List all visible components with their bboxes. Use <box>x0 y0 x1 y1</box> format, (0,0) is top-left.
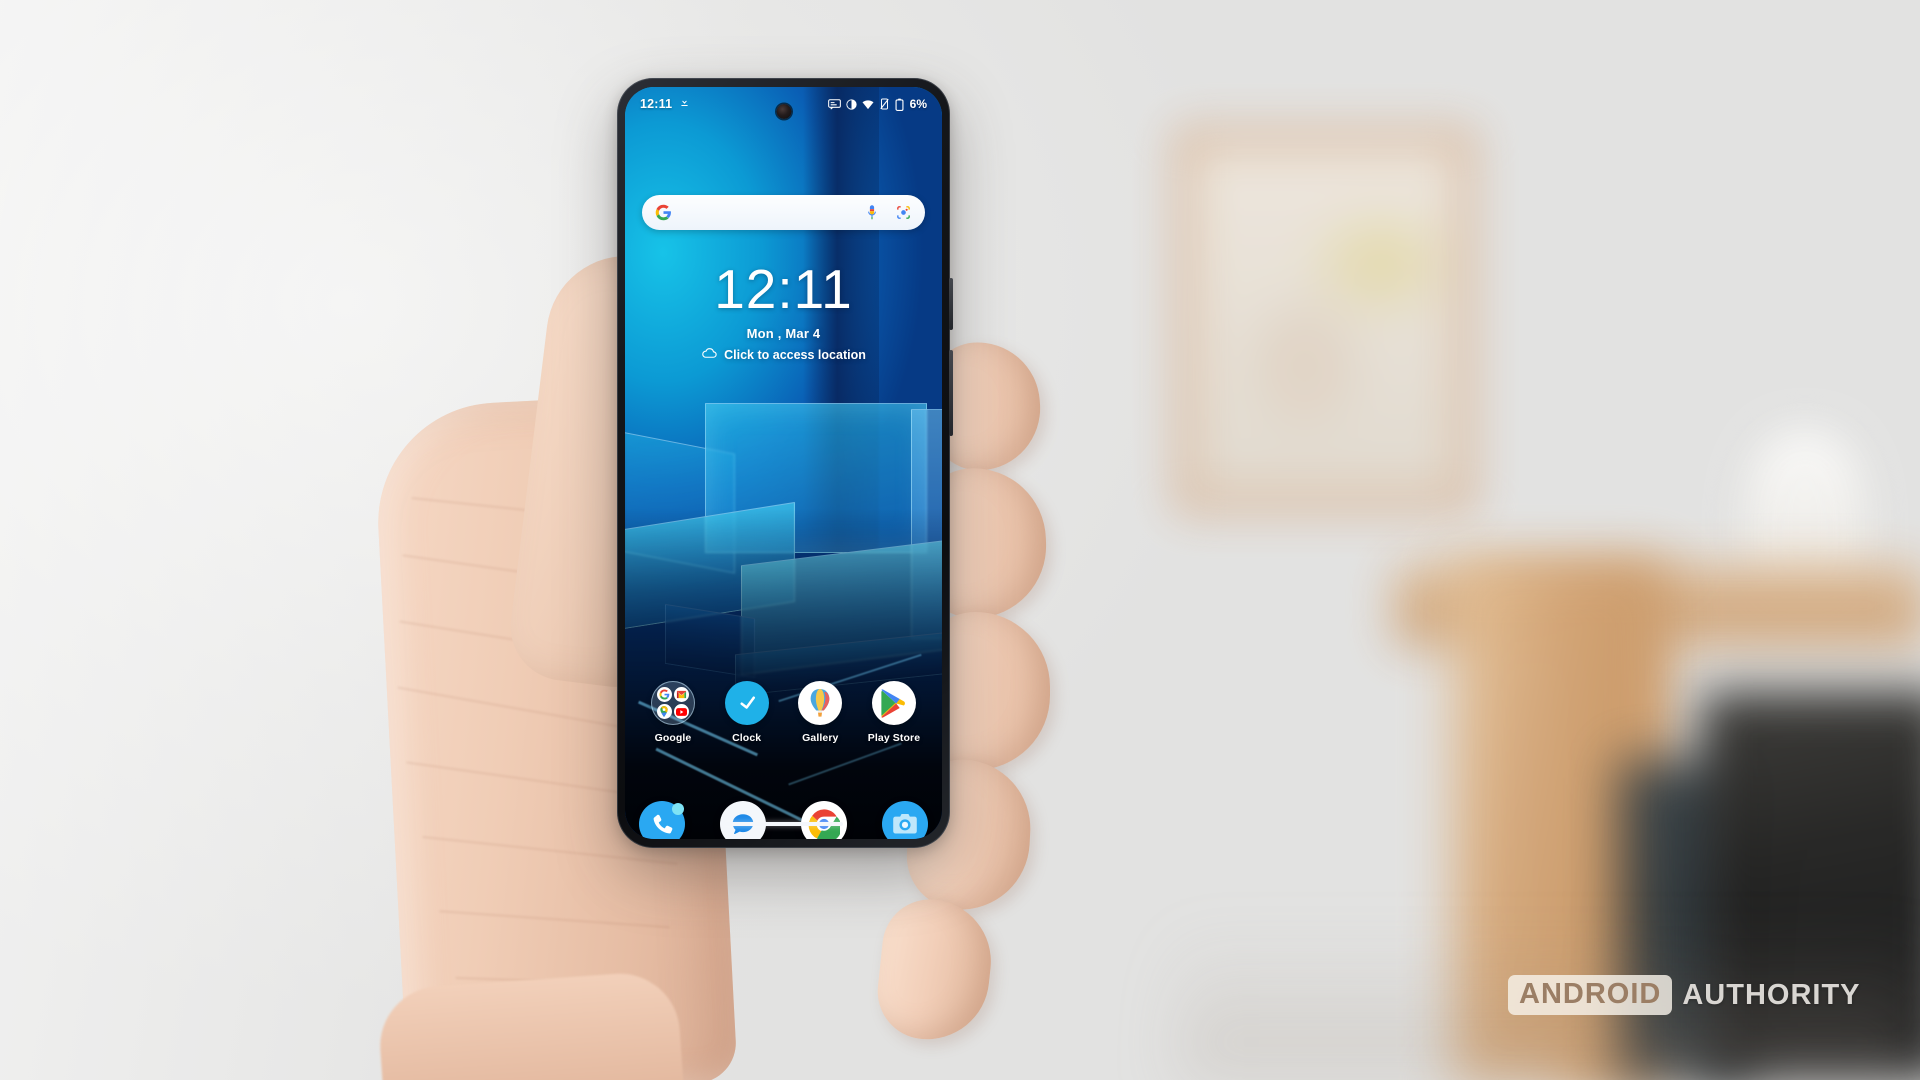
clock-widget-time: 12:11 <box>714 258 853 320</box>
google-folder-icon[interactable] <box>651 681 695 725</box>
camera-icon[interactable] <box>882 801 928 839</box>
watermark-boxed-word: ANDROID <box>1508 975 1673 1015</box>
clock-widget[interactable]: 12:11 Mon , Mar 4 Click to access locati… <box>625 262 942 362</box>
do-not-disturb-icon <box>846 98 857 110</box>
weather-location-label: Click to access location <box>724 347 866 362</box>
wallpaper-dark-fade <box>625 509 942 839</box>
app-clock[interactable]: Clock <box>713 681 781 744</box>
app-label: Gallery <box>802 732 839 744</box>
cloud-icon <box>701 347 718 362</box>
messages-icon[interactable] <box>720 801 766 839</box>
google-search-bar[interactable] <box>642 195 925 230</box>
phone-screen[interactable]: 12:11 6% 12:11 Mon , Mar 4 Click to acce… <box>625 87 942 839</box>
gmail-icon <box>674 686 690 702</box>
home-gesture-pill[interactable] <box>724 822 843 826</box>
home-screen-app-row: Google Clock Gallery Play Store <box>639 681 928 744</box>
phone-icon[interactable] <box>639 801 685 839</box>
battery-percent-label: 6% <box>909 97 927 111</box>
clock-app-icon[interactable] <box>724 681 769 725</box>
play-store-icon[interactable] <box>871 681 916 725</box>
captions-icon <box>827 98 841 110</box>
youtube-icon <box>674 704 690 720</box>
app-label: Play Store <box>867 732 921 744</box>
wifi-icon <box>862 99 874 110</box>
clock-widget-date: Mon , Mar 4 <box>746 326 821 341</box>
status-bar-left: 12:11 <box>640 95 690 113</box>
phone-badge <box>672 803 684 815</box>
gallery-balloon-icon[interactable] <box>798 681 843 725</box>
google-g-icon <box>654 203 673 222</box>
photo-scene: 12:11 6% 12:11 Mon , Mar 4 Click to acce… <box>0 0 1920 1080</box>
app-gallery[interactable]: Gallery <box>786 681 854 744</box>
microphone-icon[interactable] <box>862 203 881 222</box>
google-maps-icon <box>656 704 672 720</box>
watermark: ANDROID AUTHORITY <box>1508 975 1861 1015</box>
app-label: Google <box>654 732 692 744</box>
download-icon <box>679 95 690 113</box>
app-label: Clock <box>732 732 762 744</box>
watermark-plain-word: AUTHORITY <box>1682 978 1861 1011</box>
vibrate-off-icon <box>879 98 890 110</box>
battery-icon <box>895 98 904 111</box>
google-g-icon <box>656 686 672 702</box>
google-lens-icon[interactable] <box>894 203 913 222</box>
smartphone-device: 12:11 6% 12:11 Mon , Mar 4 Click to acce… <box>617 78 953 848</box>
app-google-folder[interactable]: Google <box>639 681 707 744</box>
home-screen-dock <box>639 801 928 839</box>
status-bar-right: 6% <box>827 97 927 111</box>
chrome-icon[interactable] <box>801 801 847 839</box>
weather-location-row[interactable]: Click to access location <box>625 347 942 362</box>
front-camera-punch-hole <box>776 104 791 119</box>
app-play-store[interactable]: Play Store <box>860 681 928 744</box>
status-bar-clock: 12:11 <box>640 97 673 111</box>
